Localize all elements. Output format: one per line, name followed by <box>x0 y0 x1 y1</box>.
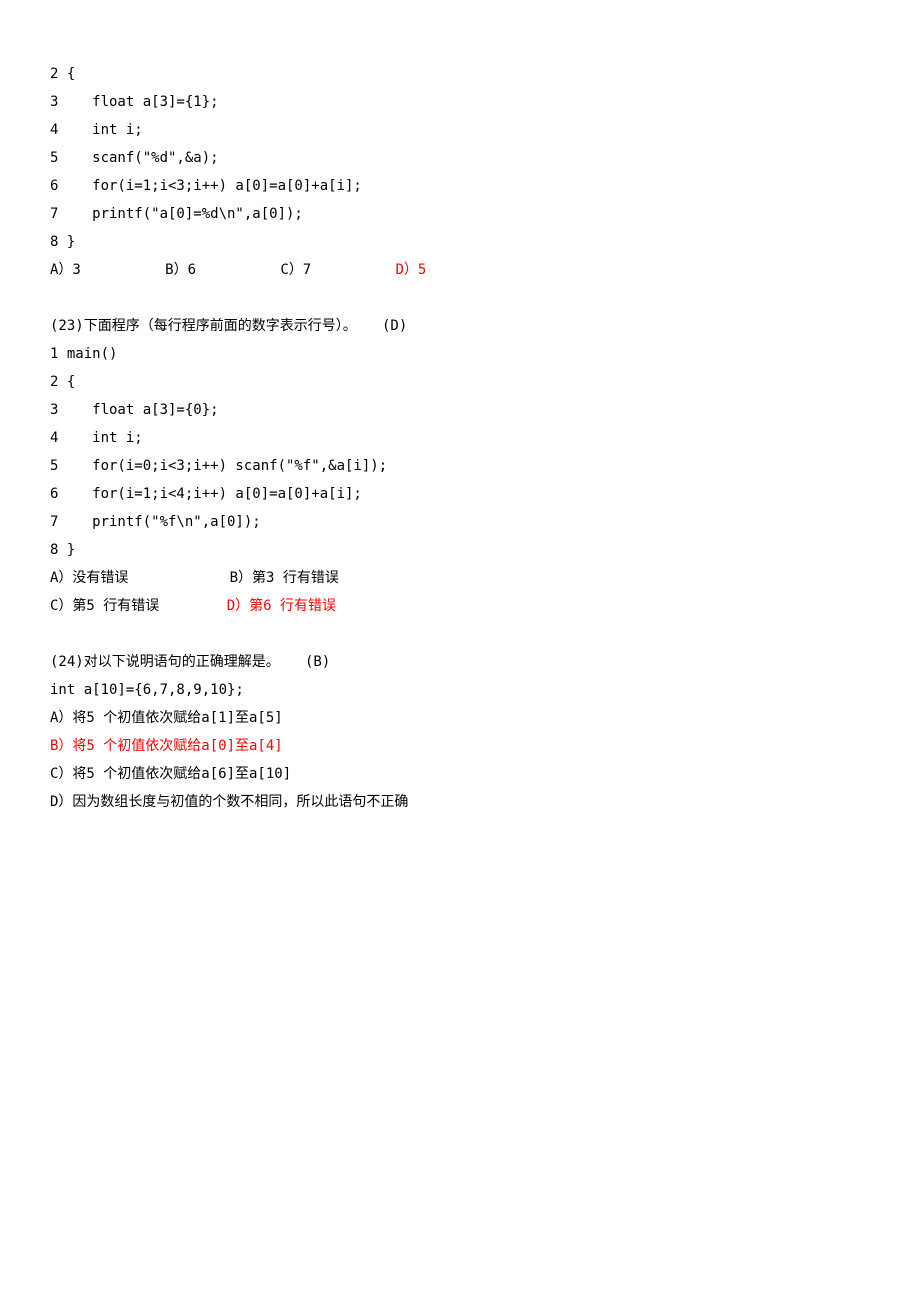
q23-code-line: 2 { <box>50 368 870 396</box>
q23-opt-d: D）第6 行有错误 <box>227 598 336 614</box>
q23-opt-b: B）第3 行有错误 <box>230 570 339 586</box>
q23-opt-a: A）没有错误 <box>50 570 128 586</box>
q24-opt-b: B）将5 个初值依次赋给a[0]至a[4] <box>50 732 870 760</box>
q22-opt-a: A）3 <box>50 262 81 278</box>
q24-opt-a: A）将5 个初值依次赋给a[1]至a[5] <box>50 704 870 732</box>
q23-options-row2: C）第5 行有错误 D）第6 行有错误 <box>50 592 870 620</box>
q23-code-line: 6 for(i=1;i<4;i++) a[0]=a[0]+a[i]; <box>50 480 870 508</box>
q24-decl: int a[10]={6,7,8,9,10}; <box>50 676 870 704</box>
spacer <box>50 284 870 312</box>
q22-code-line: 2 { <box>50 60 870 88</box>
q22-code-line: 8 } <box>50 228 870 256</box>
q23-code-line: 1 main() <box>50 340 870 368</box>
q22-code-line: 5 scanf("%d",&a); <box>50 144 870 172</box>
q22-code-line: 4 int i; <box>50 116 870 144</box>
q22-code-line: 7 printf("a[0]=%d\n",a[0]); <box>50 200 870 228</box>
q22-opt-c: C）7 <box>280 262 311 278</box>
q23-code-line: 5 for(i=0;i<3;i++) scanf("%f",&a[i]); <box>50 452 870 480</box>
q23-title: (23)下面程序（每行程序前面的数字表示行号）。 (D) <box>50 312 870 340</box>
q22-opt-b: B）6 <box>165 262 196 278</box>
q22-code-line: 6 for(i=1;i<3;i++) a[0]=a[0]+a[i]; <box>50 172 870 200</box>
q23-code-line: 8 } <box>50 536 870 564</box>
q24-opt-d: D）因为数组长度与初值的个数不相同，所以此语句不正确 <box>50 788 870 816</box>
q23-opt-c: C）第5 行有错误 <box>50 598 159 614</box>
q23-options-row1: A）没有错误 B）第3 行有错误 <box>50 564 870 592</box>
q24-opt-c: C）将5 个初值依次赋给a[6]至a[10] <box>50 760 870 788</box>
q23-code-line: 4 int i; <box>50 424 870 452</box>
q24-title: (24)对以下说明语句的正确理解是。 (B) <box>50 648 870 676</box>
q22-code-line: 3 float a[3]={1}; <box>50 88 870 116</box>
q23-code-line: 3 float a[3]={0}; <box>50 396 870 424</box>
q22-opt-d: D）5 <box>395 262 426 278</box>
q23-code-line: 7 printf("%f\n",a[0]); <box>50 508 870 536</box>
q22-options-line: A）3 B）6 C）7 D）5 <box>50 256 870 284</box>
spacer <box>50 620 870 648</box>
